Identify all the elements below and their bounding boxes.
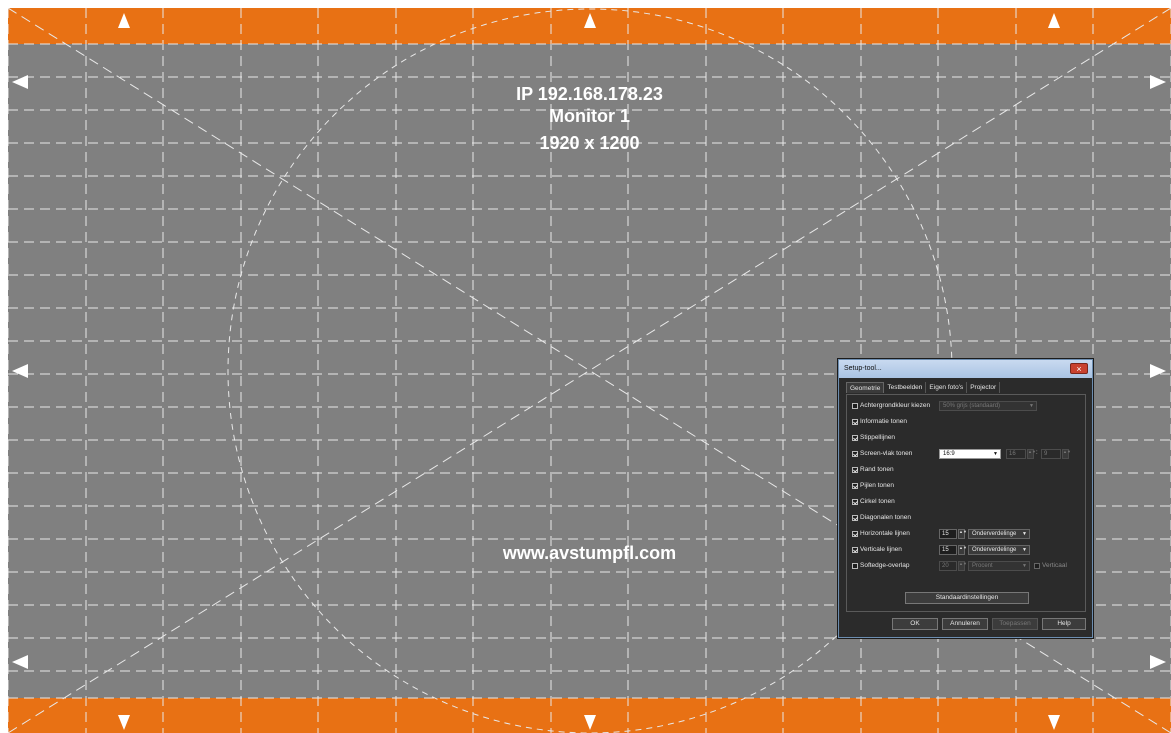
screen-height-stepper[interactable]: ▲▼: [1062, 449, 1071, 459]
dotted-checkbox[interactable]: [852, 434, 858, 441]
screen-width-field[interactable]: 16: [1006, 449, 1026, 459]
option-diagonals[interactable]: Diagonalen tonen: [852, 512, 911, 523]
softedge-unit-select[interactable]: Procent ▼: [968, 561, 1030, 571]
cancel-button[interactable]: Annuleren: [942, 618, 988, 630]
vlines-mode-select[interactable]: Onderverdelinge ▼: [968, 545, 1030, 555]
vlines-stepper[interactable]: ▲▼: [958, 545, 967, 555]
vlines-mode-value: Onderverdelinge: [972, 547, 1017, 553]
hlines-mode-select[interactable]: Onderverdelinge ▼: [968, 529, 1030, 539]
border-label: Rand tonen: [860, 466, 894, 473]
hlines-stepper[interactable]: ▲▼: [958, 529, 967, 539]
close-button[interactable]: ×: [1070, 363, 1088, 374]
vlines-count-field[interactable]: 15: [939, 545, 957, 555]
softedge-label: Softedge-overlap: [860, 562, 910, 569]
circle-checkbox[interactable]: [852, 498, 858, 505]
diagonals-checkbox[interactable]: [852, 514, 858, 521]
dialog-title: Setup-tool...: [844, 365, 882, 372]
setup-tool-dialog: Setup-tool... × Geometrie Testbeelden Ei…: [838, 359, 1093, 638]
background-color-select[interactable]: 50% grijs (standaard) ▼: [939, 401, 1037, 411]
screen-width-stepper[interactable]: ▲▼: [1027, 449, 1036, 459]
chevron-down-icon: ▼: [993, 451, 998, 457]
arrow-up-icon: [118, 13, 130, 28]
option-info[interactable]: Informatie tonen: [852, 416, 907, 427]
info-checkbox[interactable]: [852, 418, 858, 425]
help-button[interactable]: Help: [1042, 618, 1086, 630]
option-background[interactable]: Achtergrondkleur kiezen: [852, 400, 930, 411]
arrow-up-icon: [1048, 13, 1060, 28]
chevron-down-icon: ▼: [1022, 547, 1027, 553]
chevron-down-icon: ▼: [1022, 563, 1027, 569]
option-border[interactable]: Rand tonen: [852, 464, 894, 475]
softedge-stepper[interactable]: ▲▼: [958, 561, 967, 571]
ip-address-label: IP 192.168.178.23: [516, 84, 663, 104]
hlines-mode-value: Onderverdelinge: [972, 531, 1017, 537]
screen-checkbox[interactable]: [852, 450, 858, 457]
background-checkbox[interactable]: [852, 402, 858, 409]
option-vertical[interactable]: Verticaal: [1034, 560, 1067, 571]
option-circle[interactable]: Cirkel tonen: [852, 496, 895, 507]
vertical-checkbox[interactable]: [1034, 562, 1040, 569]
softedge-checkbox[interactable]: [852, 562, 858, 569]
vertical-label: Verticaal: [1042, 562, 1067, 569]
softedge-value-field[interactable]: 20: [939, 561, 957, 571]
arrow-left-icon: [12, 364, 28, 378]
arrow-down-icon: [1048, 715, 1060, 730]
option-vlines[interactable]: Verticale lijnen: [852, 544, 902, 555]
arrows-checkbox[interactable]: [852, 482, 858, 489]
option-hlines[interactable]: Horizontale lijnen: [852, 528, 910, 539]
ok-button[interactable]: OK: [892, 618, 938, 630]
arrow-right-icon: [1150, 364, 1166, 378]
ratio-separator: :: [1036, 450, 1038, 456]
chevron-down-icon: ▼: [1022, 531, 1027, 537]
resolution-label: 1920 x 1200: [539, 133, 640, 153]
option-softedge[interactable]: Softedge-overlap: [852, 560, 910, 571]
tab-projector[interactable]: Projector: [967, 382, 1001, 393]
geometrie-panel: Achtergrondkleur kiezen 50% grijs (stand…: [846, 394, 1086, 612]
arrow-right-icon: [1150, 655, 1166, 669]
dialog-titlebar[interactable]: Setup-tool... ×: [839, 360, 1092, 378]
softedge-unit-value: Procent: [972, 563, 993, 569]
arrow-down-icon: [118, 715, 130, 730]
arrows-label: Pijlen tonen: [860, 482, 894, 489]
monitor-label: Monitor 1: [549, 106, 630, 126]
arrow-down-icon: [584, 715, 596, 730]
hlines-checkbox[interactable]: [852, 530, 858, 537]
screen-ratio-value: 16:9: [943, 451, 955, 457]
tab-testbeelden[interactable]: Testbeelden: [884, 382, 927, 393]
defaults-button[interactable]: Standaardinstellingen: [905, 592, 1029, 604]
info-label: Informatie tonen: [860, 418, 907, 425]
arrow-left-icon: [12, 655, 28, 669]
option-screen[interactable]: Screen-vlak tonen: [852, 448, 912, 459]
apply-button[interactable]: Toepassen: [992, 618, 1038, 630]
arrow-up-icon: [584, 13, 596, 28]
border-checkbox[interactable]: [852, 466, 858, 473]
option-dotted[interactable]: Stippellijnen: [852, 432, 895, 443]
screen-label: Screen-vlak tonen: [860, 450, 913, 457]
chevron-down-icon: ▼: [1029, 403, 1034, 409]
tab-bar: Geometrie Testbeelden Eigen foto's Proje…: [846, 382, 1001, 393]
close-icon: ×: [1076, 364, 1082, 374]
screen-height-field[interactable]: 9: [1041, 449, 1061, 459]
diagonals-label: Diagonalen tonen: [860, 514, 911, 521]
vlines-label: Verticale lijnen: [860, 546, 902, 553]
background-label: Achtergrondkleur kiezen: [860, 402, 931, 409]
background-color-value: 50% grijs (standaard): [943, 403, 1001, 409]
hlines-count-field[interactable]: 15: [939, 529, 957, 539]
vlines-checkbox[interactable]: [852, 546, 858, 553]
circle-label: Cirkel tonen: [860, 498, 895, 505]
hlines-label: Horizontale lijnen: [860, 530, 910, 537]
screen-ratio-select[interactable]: 16:9 ▼: [939, 449, 1001, 459]
tab-geometrie[interactable]: Geometrie: [846, 382, 885, 393]
tab-eigen-fotos[interactable]: Eigen foto's: [926, 382, 968, 393]
option-arrows[interactable]: Pijlen tonen: [852, 480, 894, 491]
dotted-label: Stippellijnen: [860, 434, 896, 441]
